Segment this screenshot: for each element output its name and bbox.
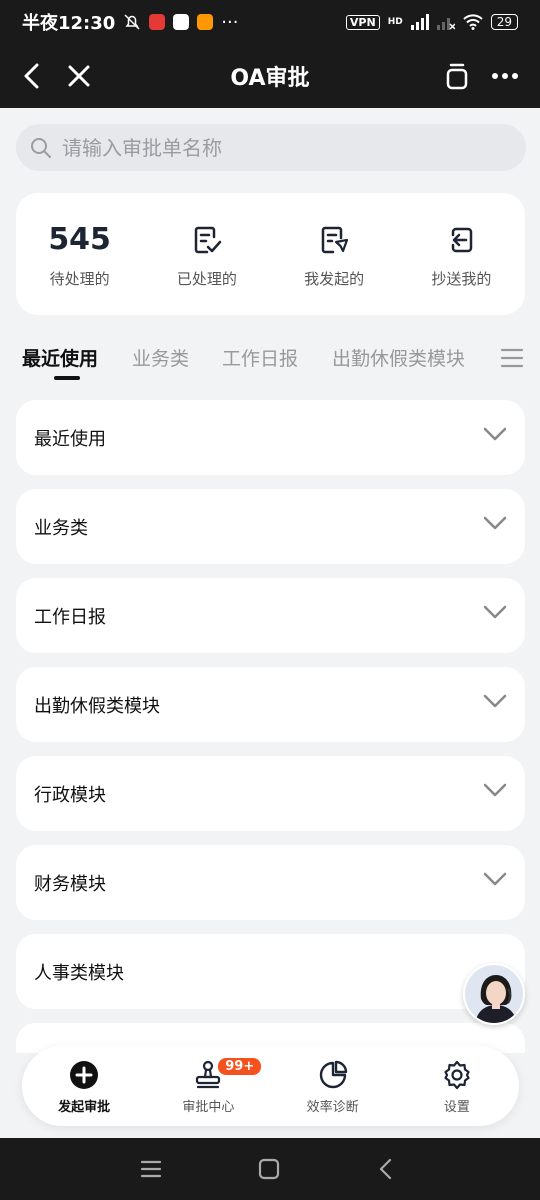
tab-business[interactable]: 业务类	[132, 344, 189, 371]
play-store-icon	[173, 14, 190, 30]
stat-initiated[interactable]: 我发起的	[271, 193, 398, 315]
category-label: 人事类模块	[34, 962, 124, 984]
pie-chart-icon	[319, 1060, 347, 1088]
chevron-down-icon	[483, 427, 507, 441]
stat-label: 已处理的	[176, 269, 237, 288]
bottom-nav-approval-center[interactable]: 审批中心 99+	[146, 1046, 270, 1126]
search-bar[interactable]	[16, 124, 526, 171]
app-notification-icon	[149, 14, 166, 30]
more-menu-button[interactable]	[487, 58, 523, 94]
shopping-app-icon	[197, 14, 214, 30]
back-button[interactable]	[14, 58, 50, 94]
chevron-down-icon	[483, 872, 507, 886]
category-label: 出勤休假类模块	[34, 695, 160, 717]
chevron-down-icon	[483, 516, 507, 530]
notification-badge: 99+	[216, 1056, 264, 1077]
stat-label: 我发起的	[304, 269, 365, 288]
recent-apps-icon[interactable]	[138, 1156, 164, 1182]
bottom-nav-settings[interactable]: 设置	[395, 1046, 519, 1126]
back-arrow-icon	[24, 63, 39, 89]
category-row-recent[interactable]: 最近使用	[16, 400, 525, 475]
wifi-icon	[463, 14, 483, 30]
category-row-hr[interactable]: 人事类模块	[16, 934, 525, 1009]
back-icon[interactable]	[374, 1156, 400, 1182]
minimize-window-button[interactable]	[439, 58, 475, 94]
cc-inbox-icon	[452, 227, 473, 252]
active-tab-indicator	[54, 376, 80, 380]
stat-label: 待处理的	[49, 269, 110, 288]
stat-label: 抄送我的	[431, 269, 492, 288]
category-label: 业务类	[34, 517, 88, 539]
bottom-nav: 发起审批 审批中心 99+ 效率诊断 设置	[22, 1046, 519, 1126]
bottom-nav-efficiency[interactable]: 效率诊断	[271, 1046, 395, 1126]
assistant-avatar[interactable]	[463, 963, 525, 1025]
category-list: 最近使用 业务类 工作日报 出勤休假类模块 行政模块 财务模块 人事类模块	[16, 400, 525, 1067]
system-nav-bar	[0, 1138, 540, 1200]
app-header: OA审批	[0, 44, 540, 108]
tab-attendance[interactable]: 出勤休假类模块	[332, 344, 465, 371]
category-label: 财务模块	[34, 873, 106, 895]
status-notification-icons: ···	[123, 12, 238, 33]
status-time: 半夜12:30	[22, 13, 116, 34]
bottom-nav-label: 设置	[443, 1099, 470, 1115]
stat-cc[interactable]: 抄送我的	[398, 193, 525, 315]
plus-circle-icon	[70, 1060, 99, 1089]
category-row-daily-report[interactable]: 工作日报	[16, 578, 525, 653]
tab-daily-report[interactable]: 工作日报	[222, 344, 298, 371]
tab-fade	[460, 336, 490, 376]
category-label: 行政模块	[34, 784, 106, 806]
document-check-icon	[194, 226, 222, 253]
category-tabs: 最近使用 业务类 工作日报 出勤休假类模块	[0, 336, 540, 386]
stat-pending[interactable]: 545 待处理的	[16, 193, 143, 315]
gear-icon	[444, 1060, 470, 1089]
category-label: 工作日报	[34, 606, 106, 628]
document-send-icon	[321, 226, 349, 253]
category-row-admin[interactable]: 行政模块	[16, 756, 525, 831]
bottom-nav-label: 效率诊断	[306, 1099, 359, 1115]
more-dots: ···	[221, 11, 239, 33]
bottom-nav-new-approval[interactable]: 发起审批	[22, 1046, 146, 1126]
close-button[interactable]	[61, 58, 97, 94]
close-icon	[68, 65, 90, 87]
window-stack-icon	[446, 63, 468, 90]
vpn-badge: VPN	[345, 14, 380, 30]
status-bar: 半夜12:30 ··· VPN HD 29	[0, 0, 540, 44]
hamburger-menu-icon[interactable]	[500, 346, 524, 370]
signal-icon	[410, 14, 429, 30]
status-right-icons: VPN HD 29	[345, 14, 518, 30]
category-row-attendance[interactable]: 出勤休假类模块	[16, 667, 525, 742]
category-row-finance[interactable]: 财务模块	[16, 845, 525, 920]
bottom-nav-label: 审批中心	[182, 1099, 235, 1115]
search-icon	[31, 137, 51, 158]
bell-muted-icon	[124, 14, 140, 30]
signal-off-icon	[436, 18, 455, 30]
pending-count: 545	[48, 221, 111, 257]
tab-recent[interactable]: 最近使用	[22, 344, 98, 371]
chevron-down-icon	[483, 605, 507, 619]
more-dots-icon	[492, 73, 518, 79]
chevron-down-icon	[483, 694, 507, 708]
category-label: 最近使用	[34, 428, 106, 450]
home-icon[interactable]	[256, 1156, 282, 1182]
search-input[interactable]	[62, 135, 482, 160]
stat-processed[interactable]: 已处理的	[143, 193, 270, 315]
network-label: HD	[387, 17, 403, 27]
bottom-nav-label: 发起审批	[58, 1099, 111, 1115]
chevron-down-icon	[483, 783, 507, 797]
category-row-business[interactable]: 业务类	[16, 489, 525, 564]
battery-indicator: 29	[490, 14, 518, 30]
approval-stats-card: 545 待处理的 已处理的 我发起的 抄送我的	[16, 193, 525, 315]
